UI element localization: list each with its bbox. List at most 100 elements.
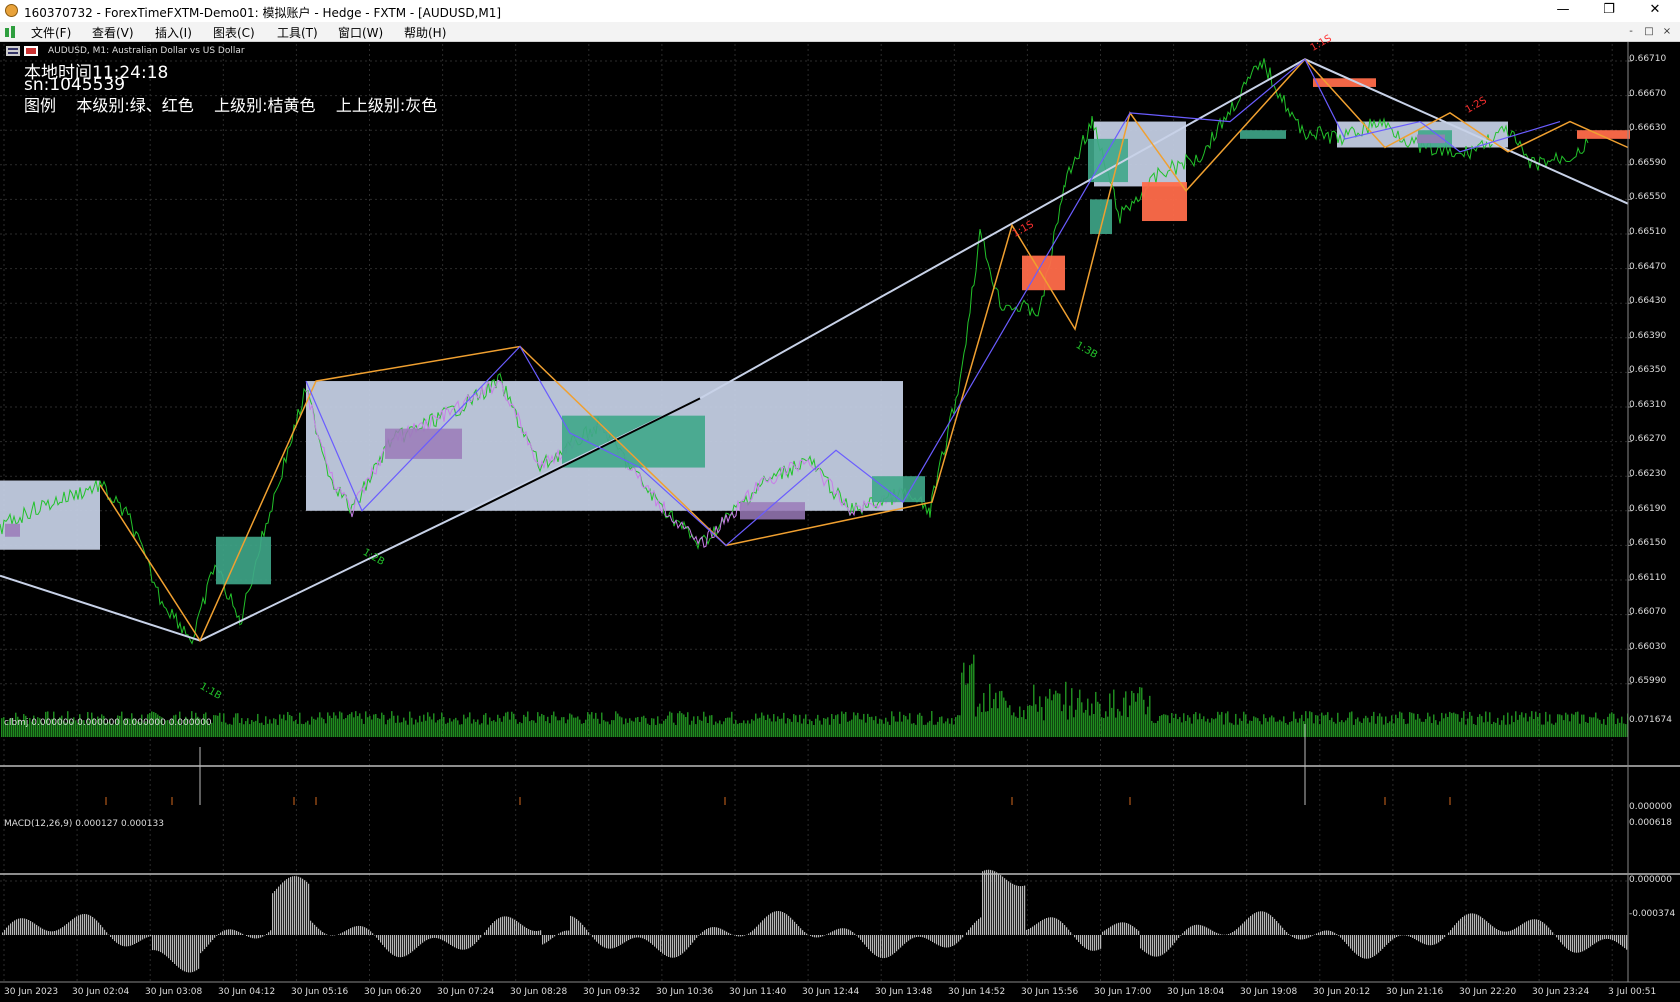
macd-bar (1048, 917, 1050, 935)
macd-bar (136, 935, 138, 943)
volume-bar (1165, 714, 1167, 737)
macd-bar (1046, 918, 1048, 935)
volume-bar (1511, 715, 1513, 737)
menu-help[interactable]: 帮助(H) (404, 24, 446, 41)
macd-bar (500, 917, 502, 935)
volume-bar (675, 724, 677, 737)
volume-bar (1321, 712, 1323, 737)
macd-bar (936, 935, 938, 945)
macd-bar (1110, 926, 1112, 935)
macd-bar (1484, 919, 1486, 935)
macd-bar (1136, 929, 1138, 935)
macd-bar (814, 935, 816, 938)
macd-bar (1304, 935, 1306, 940)
menu-insert[interactable]: 插入(I) (155, 24, 192, 41)
macd-bar (432, 935, 434, 939)
macd-bar (972, 925, 974, 935)
volume-bar (639, 721, 641, 737)
restore-button[interactable]: ❐ (1586, 0, 1632, 22)
volume-bar (795, 715, 797, 737)
minimize-button[interactable]: — (1540, 0, 1586, 22)
macd-bar (1018, 885, 1020, 935)
volume-bar (1571, 713, 1573, 737)
volume-bar (1121, 715, 1123, 737)
volume-bar (775, 721, 777, 737)
macd-bar (1438, 935, 1440, 943)
volume-bar (567, 719, 569, 737)
macd-bar (1096, 935, 1098, 951)
macd-bar (150, 935, 152, 937)
volume-bar (629, 718, 631, 737)
macd-bar (628, 935, 630, 941)
macd-bar (918, 935, 920, 937)
macd-bar (1352, 935, 1354, 951)
macd-bar (314, 924, 316, 935)
macd-bar (434, 935, 436, 938)
volume-bar (1499, 724, 1501, 737)
macd-bar (1060, 921, 1062, 935)
macd-bar (740, 935, 742, 937)
macd-bar (1510, 930, 1512, 935)
mdi-restore-button[interactable]: □ (1641, 25, 1657, 39)
mdi-close-button[interactable]: × (1659, 25, 1675, 39)
volume-bar (335, 715, 337, 737)
macd-bar (188, 935, 190, 973)
macd-bar (1004, 878, 1006, 935)
macd-bar (1414, 935, 1416, 940)
macd-bar (1300, 935, 1302, 940)
menu-window[interactable]: 窗口(W) (338, 24, 383, 41)
price-chart[interactable] (0, 42, 1680, 1002)
macd-bar (710, 927, 712, 935)
macd-bar (678, 935, 680, 957)
menu-file[interactable]: 文件(F) (31, 24, 71, 41)
macd-bar (1332, 931, 1334, 935)
macd-bar (636, 935, 638, 938)
volume-bar (1251, 720, 1253, 737)
volume-bar (991, 708, 993, 737)
macd-bar (118, 935, 120, 945)
volume-bar (315, 719, 317, 737)
macd-bar (1006, 879, 1008, 935)
volume-bar (1045, 696, 1047, 737)
macd-bar (226, 929, 228, 935)
volume-bar (1439, 721, 1441, 737)
menu-charts[interactable]: 图表(C) (213, 24, 255, 41)
chart-window[interactable]: AUDUSD, M1: Australian Dollar vs US Doll… (0, 33, 1680, 1002)
menu-tools[interactable]: 工具(T) (277, 24, 318, 41)
macd-bar (62, 927, 64, 935)
volume-bar (293, 721, 295, 737)
macd-bar (858, 935, 860, 938)
volume-bar (1243, 711, 1245, 737)
macd-bar (478, 935, 480, 940)
time-tick: 30 Jun 11:40 (729, 987, 787, 997)
volume-bar (1335, 723, 1337, 737)
macd-bar (596, 935, 598, 942)
volume-bar (681, 713, 683, 737)
volume-bar (1555, 722, 1557, 737)
macd-bar (128, 935, 130, 947)
price-tick: 0.65990 (1629, 676, 1667, 686)
macd-bar (736, 935, 738, 937)
volume-bar (1569, 721, 1571, 737)
macd-bar (844, 928, 846, 935)
macd-bar (28, 919, 30, 935)
macd-bar (620, 935, 622, 945)
volume-bar (399, 722, 401, 737)
volume-bar (449, 718, 451, 737)
macd-bar (848, 929, 850, 935)
macd-bar (1030, 927, 1032, 935)
close-button[interactable]: ✕ (1632, 0, 1678, 22)
volume-bar (935, 724, 937, 737)
mdi-minimize-button[interactable]: - (1623, 25, 1639, 39)
volume-bar (679, 711, 681, 737)
macd-bar (1170, 935, 1172, 948)
volume-bar (233, 717, 235, 737)
volume-bar (1037, 711, 1039, 737)
macd-bar (694, 935, 696, 941)
macd-bar (148, 935, 150, 937)
volume-bar (663, 720, 665, 737)
volume-bar (1179, 717, 1181, 737)
menu-view[interactable]: 查看(V) (92, 24, 134, 41)
macd-bar (1560, 935, 1562, 943)
volume-bar (1505, 724, 1507, 737)
